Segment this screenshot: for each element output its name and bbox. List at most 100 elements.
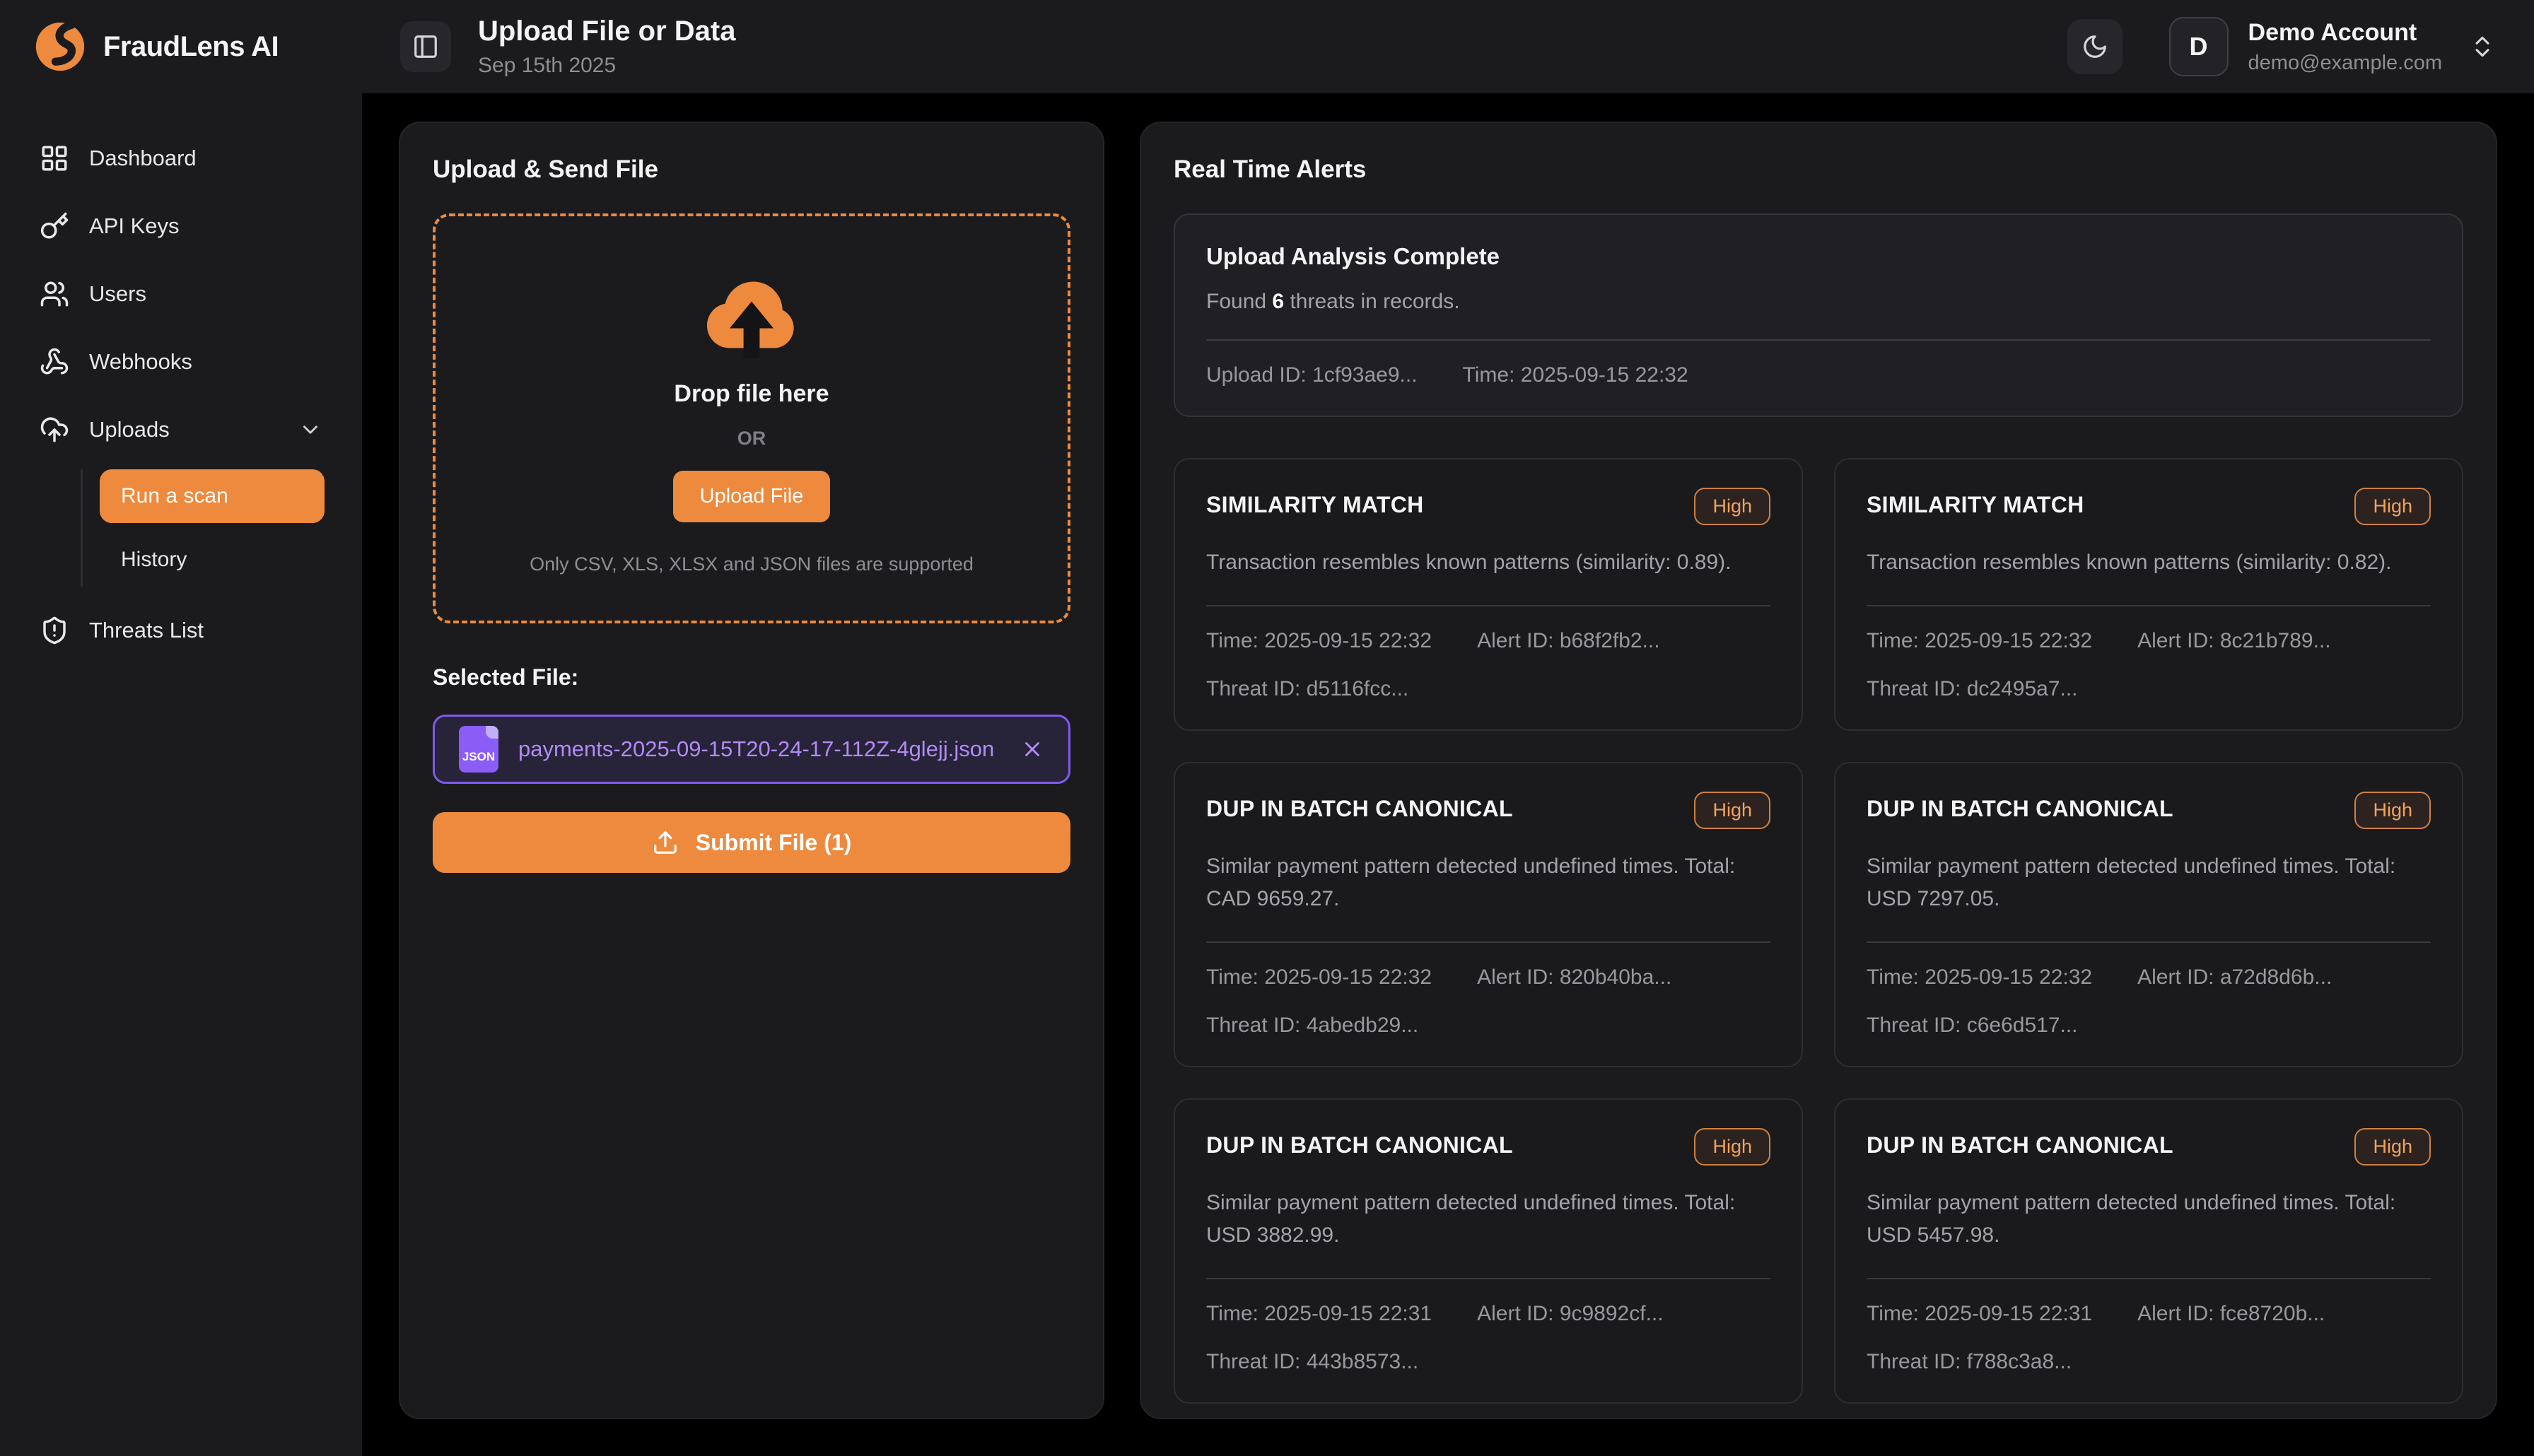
severity-badge: High	[2354, 1128, 2431, 1166]
upload-analysis-summary-card: Upload Analysis Complete Found 6 threats…	[1174, 213, 2463, 417]
sidebar-item[interactable]: API Keys	[24, 192, 338, 260]
alert-title: DUP IN BATCH CANONICAL	[1867, 1128, 2173, 1158]
sidebar-item-threats-list[interactable]: Threats List	[24, 597, 338, 664]
selected-file-chip: JSON payments-2025-09-15T20-24-17-112Z-4…	[433, 715, 1070, 784]
alert-id: Alert ID: 8c21b789...	[2137, 629, 2331, 653]
summary-description: Found 6 threats in records.	[1206, 290, 2431, 314]
panel-left-icon	[412, 33, 439, 60]
alert-description: Similar payment pattern detected undefin…	[1867, 850, 2431, 916]
upload-icon	[652, 829, 679, 856]
severity-badge: High	[1694, 792, 1770, 829]
upload-id: Upload ID: 1cf93ae9...	[1206, 363, 1418, 387]
sidebar-item[interactable]: Dashboard	[24, 124, 338, 192]
alerts-panel: Real Time Alerts Upload Analysis Complet…	[1140, 122, 2497, 1419]
alert-id: Alert ID: 820b40ba...	[1477, 965, 1671, 990]
alert-meta: Time: 2025-09-15 22:32 Alert ID: 8c21b78…	[1867, 629, 2431, 653]
divider	[1206, 339, 2431, 341]
remove-file-button[interactable]	[1020, 737, 1044, 761]
grid-icon	[40, 143, 69, 173]
alert-title: DUP IN BATCH CANONICAL	[1867, 792, 2173, 822]
theme-toggle-button[interactable]	[2067, 19, 2123, 74]
alert-time: Time: 2025-09-15 22:31	[1867, 1302, 2092, 1326]
threat-id: Threat ID: 443b8573...	[1206, 1350, 1770, 1374]
divider	[1867, 605, 2431, 606]
alert-card: DUP IN BATCH CANONICAL High Similar paym…	[1174, 1098, 1803, 1404]
alert-description: Similar payment pattern detected undefin…	[1867, 1187, 2431, 1252]
alert-meta: Time: 2025-09-15 22:31 Alert ID: fce8720…	[1867, 1302, 2431, 1326]
sidebar-item[interactable]: Users	[24, 260, 338, 328]
divider	[1206, 941, 1770, 943]
alert-title: SIMILARITY MATCH	[1206, 488, 1424, 518]
alert-id: Alert ID: 9c9892cf...	[1477, 1302, 1663, 1326]
account-email: demo@example.com	[2248, 52, 2442, 75]
upload-file-button[interactable]: Upload File	[673, 471, 831, 522]
submit-file-label: Submit File (1)	[696, 830, 851, 856]
alert-time: Time: 2025-09-15 22:31	[1206, 1302, 1432, 1326]
or-label: OR	[737, 428, 766, 450]
sidebar-item-history[interactable]: History	[100, 533, 325, 587]
alert-cards-grid: SIMILARITY MATCH High Transaction resemb…	[1174, 458, 2463, 1404]
alert-description: Transaction resembles known patterns (si…	[1867, 546, 2431, 580]
alert-title: DUP IN BATCH CANONICAL	[1206, 792, 1513, 822]
content-column: Upload File or Data Sep 15th 2025 D Demo…	[362, 0, 2534, 1456]
alert-description: Similar payment pattern detected undefin…	[1206, 1187, 1770, 1252]
alert-meta: Time: 2025-09-15 22:32 Alert ID: 820b40b…	[1206, 965, 1770, 990]
severity-badge: High	[1694, 488, 1770, 525]
sidebar-nav: Dashboard API Keys Users Webhooks Upload…	[0, 93, 362, 664]
sub-item-label: Run a scan	[121, 484, 228, 508]
webhook-icon	[40, 347, 69, 377]
divider	[1206, 605, 1770, 606]
file-dropzone[interactable]: Drop file here OR Upload File Only CSV, …	[433, 213, 1070, 623]
cloud-upload-filled-icon	[698, 263, 805, 370]
header: Upload File or Data Sep 15th 2025 D Demo…	[362, 0, 2534, 93]
alert-card: DUP IN BATCH CANONICAL High Similar paym…	[1834, 762, 2463, 1067]
alert-meta: Time: 2025-09-15 22:32 Alert ID: a72d8d6…	[1867, 965, 2431, 990]
severity-badge: High	[2354, 792, 2431, 829]
threat-id: Threat ID: f788c3a8...	[1867, 1350, 2431, 1374]
upload-panel-title: Upload & Send File	[433, 155, 1070, 184]
app-root: FraudLens AI Dashboard API Keys Users We…	[0, 0, 2534, 1456]
brand: FraudLens AI	[0, 0, 362, 93]
uploads-submenu: Run a scan History	[81, 469, 338, 587]
avatar: D	[2169, 17, 2229, 76]
main-content: Upload & Send File Drop file here OR Upl…	[362, 93, 2534, 1456]
summary-title: Upload Analysis Complete	[1206, 243, 2431, 270]
sidebar-item[interactable]: Uploads	[24, 396, 338, 464]
alert-id: Alert ID: b68f2fb2...	[1477, 629, 1660, 653]
severity-badge: High	[2354, 488, 2431, 525]
users-icon	[40, 279, 69, 309]
file-types-hint: Only CSV, XLS, XLSX and JSON files are s…	[530, 553, 974, 575]
submit-file-button[interactable]: Submit File (1)	[433, 812, 1070, 873]
key-icon	[40, 211, 69, 241]
upload-panel: Upload & Send File Drop file here OR Upl…	[399, 122, 1104, 1419]
alert-time: Time: 2025-09-15 22:32	[1867, 629, 2092, 653]
alert-card: DUP IN BATCH CANONICAL High Similar paym…	[1174, 762, 1803, 1067]
alert-time: Time: 2025-09-15 22:32	[1867, 965, 2092, 990]
alert-card: SIMILARITY MATCH High Transaction resemb…	[1174, 458, 1803, 731]
alert-meta: Time: 2025-09-15 22:31 Alert ID: 9c9892c…	[1206, 1302, 1770, 1326]
threat-count: 6	[1272, 290, 1284, 313]
alert-description: Transaction resembles known patterns (si…	[1206, 546, 1770, 580]
alerts-panel-title: Real Time Alerts	[1174, 155, 2463, 184]
chevrons-up-down-icon	[2469, 33, 2496, 60]
header-titles: Upload File or Data Sep 15th 2025	[478, 16, 736, 78]
sidebar-item-run-a-scan[interactable]: Run a scan	[100, 469, 325, 523]
json-file-icon: JSON	[459, 726, 498, 773]
divider	[1206, 1278, 1770, 1279]
threat-id: Threat ID: dc2495a7...	[1867, 677, 2431, 701]
selected-file-label: Selected File:	[433, 664, 1070, 691]
nav-item-label: Uploads	[89, 417, 170, 442]
moon-icon	[2082, 33, 2108, 60]
account-menu[interactable]: D Demo Account demo@example.com	[2169, 17, 2496, 76]
sidebar-item[interactable]: Webhooks	[24, 328, 338, 396]
alert-description: Similar payment pattern detected undefin…	[1206, 850, 1770, 916]
summary-time: Time: 2025-09-15 22:32	[1463, 363, 1688, 387]
divider	[1867, 941, 2431, 943]
nav-item-label: Users	[89, 281, 146, 307]
threat-id: Threat ID: d5116fcc...	[1206, 677, 1770, 701]
sub-item-label: History	[121, 548, 187, 572]
alert-meta: Time: 2025-09-15 22:32 Alert ID: b68f2fb…	[1206, 629, 1770, 653]
page-title: Upload File or Data	[478, 16, 736, 47]
sidebar-toggle-button[interactable]	[400, 21, 451, 72]
alert-id: Alert ID: fce8720b...	[2137, 1302, 2325, 1326]
